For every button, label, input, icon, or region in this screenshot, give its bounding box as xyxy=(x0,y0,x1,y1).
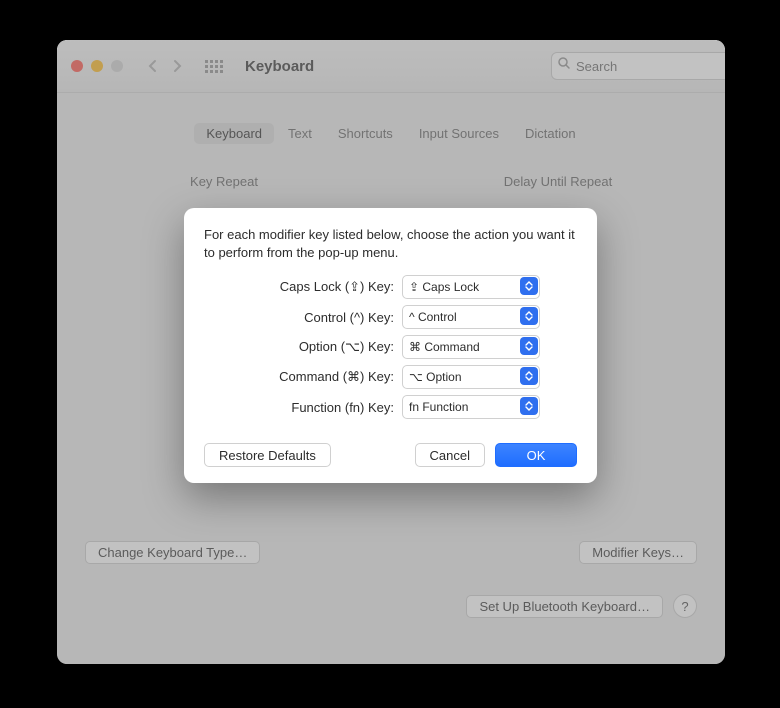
cancel-button[interactable]: Cancel xyxy=(415,443,485,467)
caps-lock-popup[interactable]: ⇪ Caps Lock xyxy=(402,275,540,299)
control-label: Control (^) Key: xyxy=(204,310,402,325)
chevron-up-down-icon xyxy=(520,277,538,295)
chevron-up-down-icon xyxy=(520,337,538,355)
command-label: Command (⌘) Key: xyxy=(204,369,402,385)
chevron-up-down-icon xyxy=(520,367,538,385)
keyboard-prefs-window: Keyboard Keyboard Text Shortcuts Input S… xyxy=(57,40,725,664)
function-label: Function (fn) Key: xyxy=(204,400,402,415)
function-popup[interactable]: fn Function xyxy=(402,395,540,419)
row-function: Function (fn) Key: fn Function xyxy=(204,395,577,419)
control-value: ^ Control xyxy=(409,310,457,324)
sheet-buttons: Restore Defaults Cancel OK xyxy=(204,443,577,467)
command-popup[interactable]: ⌥ Option xyxy=(402,365,540,389)
ok-button[interactable]: OK xyxy=(495,443,577,467)
function-value: fn Function xyxy=(409,400,468,414)
row-control: Control (^) Key: ^ Control xyxy=(204,305,577,329)
chevron-up-down-icon xyxy=(520,397,538,415)
option-popup[interactable]: ⌘ Command xyxy=(402,335,540,359)
caps-lock-label: Caps Lock (⇪) Key: xyxy=(204,279,402,295)
restore-defaults-button[interactable]: Restore Defaults xyxy=(204,443,331,467)
row-option: Option (⌥) Key: ⌘ Command xyxy=(204,335,577,359)
option-label: Option (⌥) Key: xyxy=(204,339,402,355)
sheet-description: For each modifier key listed below, choo… xyxy=(204,226,577,261)
command-value: ⌥ Option xyxy=(409,370,462,384)
chevron-up-down-icon xyxy=(520,307,538,325)
modifier-keys-sheet: For each modifier key listed below, choo… xyxy=(184,208,597,483)
caps-lock-value: ⇪ Caps Lock xyxy=(409,280,479,294)
control-popup[interactable]: ^ Control xyxy=(402,305,540,329)
row-caps-lock: Caps Lock (⇪) Key: ⇪ Caps Lock xyxy=(204,275,577,299)
option-value: ⌘ Command xyxy=(409,340,480,354)
row-command: Command (⌘) Key: ⌥ Option xyxy=(204,365,577,389)
